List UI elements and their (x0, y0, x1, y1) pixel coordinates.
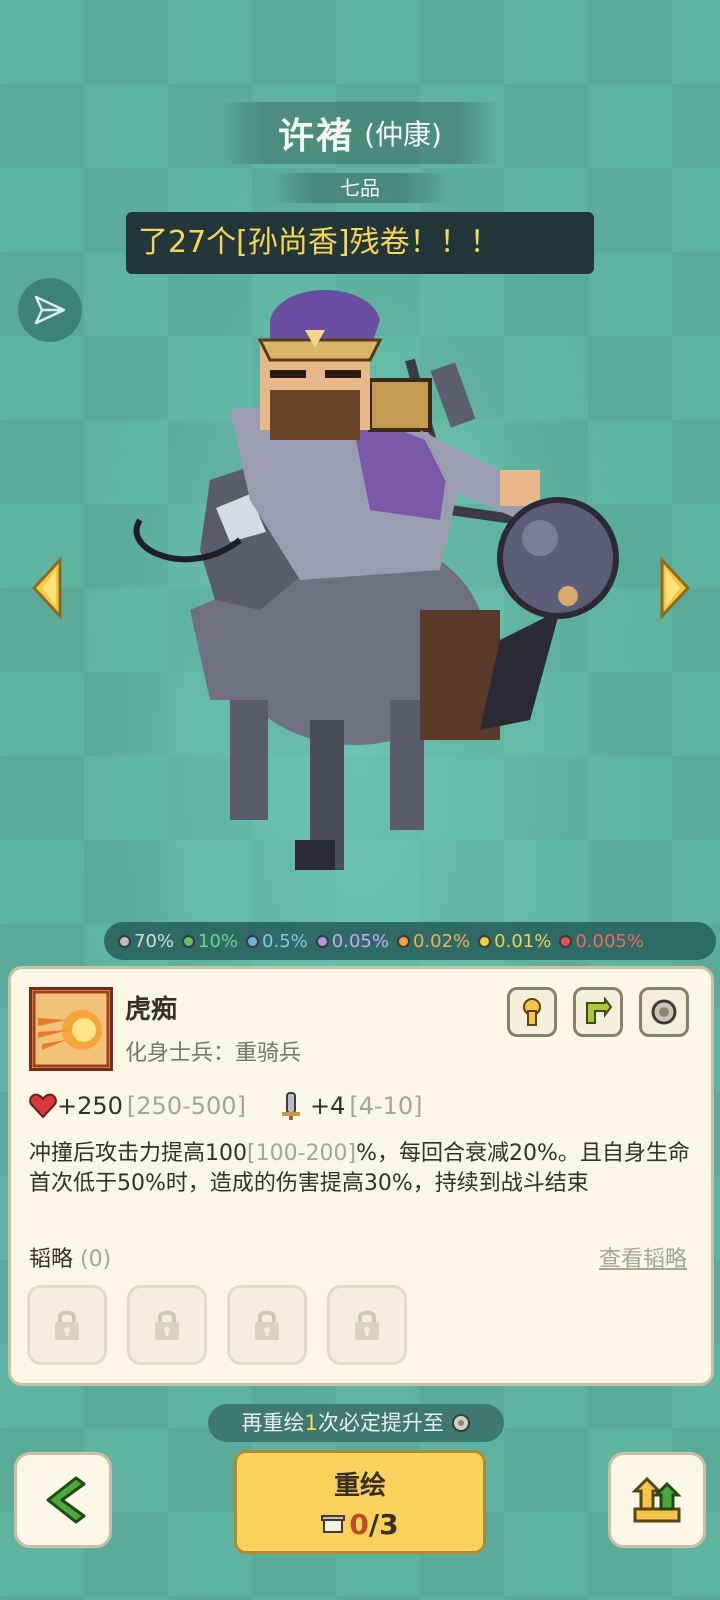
redraw-label: 重绘 (333, 1471, 386, 1501)
probability-item: 10% (182, 931, 238, 952)
hp-bonus: +250 (57, 1092, 123, 1120)
lock-skill-button[interactable] (507, 987, 557, 1037)
quality-dot-icon (396, 934, 410, 948)
strategy-count: (0) (80, 1247, 112, 1272)
broadcast-marquee: 了27个[孙尚香]残卷！！！ (126, 212, 594, 274)
next-hero-arrow-icon[interactable] (656, 556, 692, 620)
coin-icon (651, 999, 677, 1025)
probability-value: 70% (134, 930, 175, 952)
lock-icon (355, 1310, 379, 1340)
probability-value: 0.005% (575, 930, 644, 952)
probability-value: 0.01% (494, 930, 552, 952)
probability-value: 10% (198, 930, 239, 952)
redraw-counter: 0/3 (237, 1508, 483, 1541)
redraw-max: /3 (368, 1508, 399, 1541)
back-button[interactable] (14, 1452, 112, 1548)
lock-icon (55, 1310, 79, 1340)
send-icon (34, 295, 66, 325)
probability-item: 0.005% (559, 931, 644, 952)
strategy-slot[interactable] (327, 1285, 407, 1365)
coin-skill-button[interactable] (639, 987, 689, 1037)
game-screen: 许褚 (仲康) 七品 了27个[孙尚香]残卷！！！ 70% 10% 0.5% 0… (0, 0, 720, 1600)
quality-dot-icon (315, 934, 329, 948)
hero-portrait (133, 290, 619, 870)
quality-dot-icon (182, 934, 196, 948)
desc-range: [100-200] (247, 1141, 357, 1166)
keyhole-icon (523, 998, 541, 1026)
hero-rank: 七品 (270, 173, 450, 203)
heart-icon (29, 1093, 57, 1119)
redraw-button[interactable]: 重绘 0/3 (234, 1450, 486, 1554)
hint-post: 次必定提升至 (317, 1411, 444, 1435)
skill-action-buttons (491, 987, 689, 1037)
lock-icon (155, 1310, 179, 1340)
quality-probability-bar: 70% 10% 0.5% 0.05% 0.02% 0.01% 0.005% (104, 922, 716, 960)
redraw-hint: 再重绘1次必定提升至 (208, 1404, 504, 1442)
share-button[interactable] (18, 278, 82, 342)
hp-range: [250-500] (126, 1092, 246, 1120)
quality-dot-icon (478, 934, 492, 948)
probability-value: 0.5% (262, 930, 308, 952)
redraw-current: 0 (349, 1508, 369, 1541)
probability-item: 0.02% (396, 930, 471, 952)
probability-value: 0.02% (412, 930, 471, 952)
probability-item: 70% (118, 931, 174, 952)
swap-skill-button[interactable] (573, 987, 623, 1037)
hero-name: 许褚 (278, 116, 355, 157)
hero-name-banner: 许褚 (仲康) (220, 102, 500, 164)
desc-part1: 冲撞后攻击力提高100 (29, 1141, 247, 1166)
probability-item: 0.05% (315, 930, 389, 952)
probability-item: 0.5% (246, 931, 308, 952)
strategy-slot[interactable] (127, 1285, 207, 1365)
lock-icon (255, 1310, 279, 1340)
upgrade-button[interactable] (608, 1452, 706, 1548)
skill-card: 虎痴 化身士兵：重骑兵 +250 [250-500] +4 [4-10] 冲撞后… (8, 966, 714, 1386)
hint-num: 1 (304, 1411, 318, 1435)
attack-bonus: +4 (309, 1092, 346, 1120)
chevron-left-icon (46, 1476, 86, 1524)
hint-pre: 再重绘 (241, 1411, 305, 1435)
skill-description: 冲撞后攻击力提高100[100-200]%，每回合衰减20%。且自身生命首次低于… (29, 1139, 697, 1199)
coin-icon (451, 1414, 470, 1432)
quality-dot-icon (118, 934, 131, 948)
skill-subtitle: 化身士兵：重骑兵 (125, 1041, 302, 1066)
strategy-slot[interactable] (27, 1285, 107, 1365)
hero-courtesy-name: (仲康) (364, 118, 442, 151)
strategy-slots (27, 1285, 427, 1365)
attack-range: [4-10] (349, 1092, 423, 1120)
probability-value: 0.05% (331, 930, 389, 952)
swap-icon (586, 997, 613, 1024)
sword-icon (281, 1092, 300, 1120)
view-strategy-link[interactable]: 查看韬略 (599, 1241, 687, 1273)
quality-dot-icon (559, 934, 573, 948)
strategy-slot[interactable] (227, 1285, 307, 1365)
probability-item: 0.01% (478, 931, 551, 952)
quality-dot-icon (246, 934, 260, 948)
scroll-icon (321, 1514, 346, 1533)
skill-name: 虎痴 (125, 995, 178, 1025)
prev-hero-arrow-icon[interactable] (30, 556, 66, 620)
upgrade-arrows-icon (631, 1476, 682, 1523)
skill-stats: +250 [250-500] +4 [4-10] (29, 1091, 423, 1121)
strategy-header: 韬略 (0) (29, 1241, 111, 1273)
strategy-label: 韬略 (29, 1247, 74, 1272)
fireball-skill-icon (29, 987, 113, 1071)
